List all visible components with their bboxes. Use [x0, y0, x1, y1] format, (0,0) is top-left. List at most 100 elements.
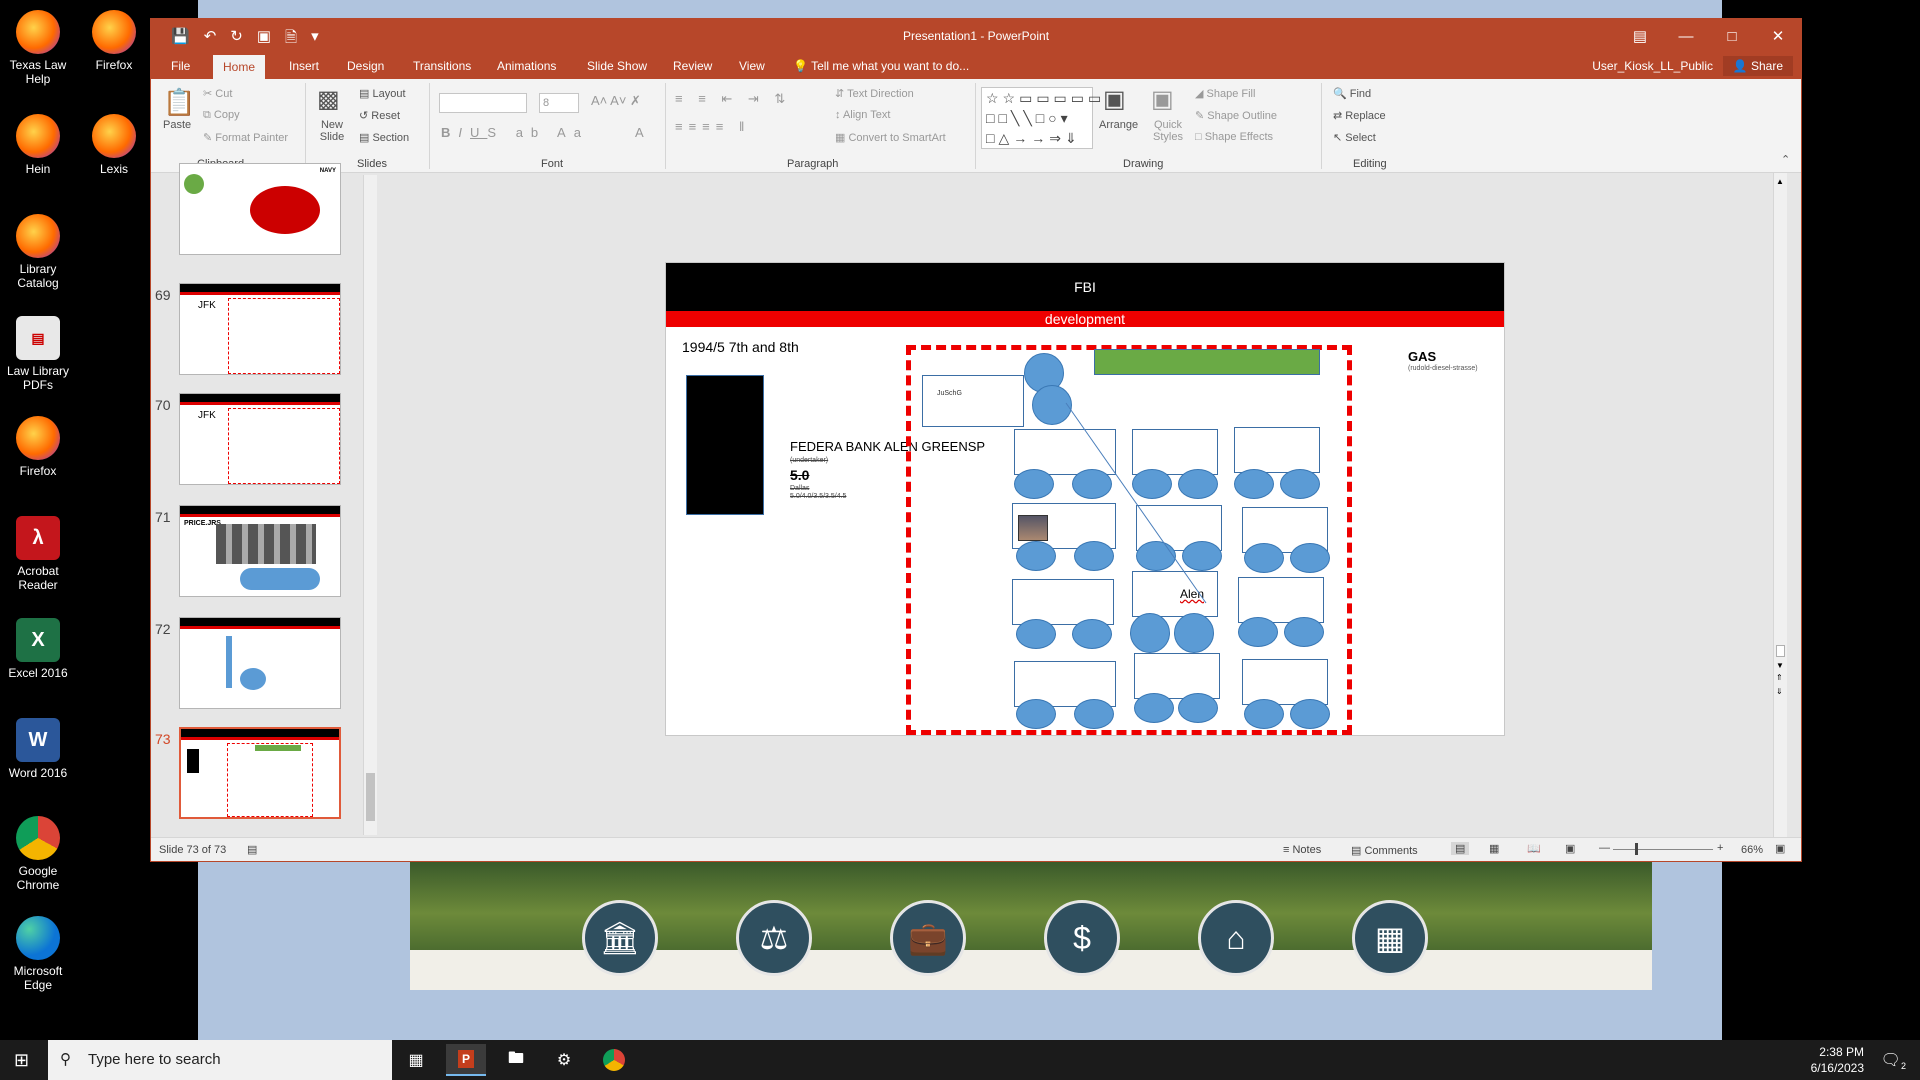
spelling-icon[interactable]: ▤: [247, 843, 257, 856]
convert-smartart-button[interactable]: ▦ Convert to SmartArt: [835, 131, 946, 144]
layout-button[interactable]: ▤ Layout: [359, 87, 406, 100]
tab-design[interactable]: Design: [347, 59, 384, 73]
find-button[interactable]: 🔍 Find: [1333, 87, 1371, 100]
current-slide[interactable]: FBI development 1994/5 7th and 8th FEDER…: [665, 262, 1505, 736]
slide-thumbnail[interactable]: JFK: [179, 283, 341, 375]
ribbon-display-options-icon[interactable]: ▤: [1617, 19, 1663, 53]
reset-button[interactable]: ↺ Reset: [359, 109, 400, 122]
paste-icon[interactable]: 📋: [163, 87, 195, 118]
font-color-icon[interactable]: A: [635, 125, 644, 140]
slide-thumbnail[interactable]: NAVY: [179, 163, 341, 255]
cut-button[interactable]: ✂ Cut: [203, 87, 232, 100]
minimize-icon[interactable]: —: [1663, 19, 1709, 53]
slide-thumbnail[interactable]: PRICE.JRS: [179, 505, 341, 597]
tab-slide-show[interactable]: Slide Show: [587, 59, 647, 73]
desktop-icon-law-library-pdfs[interactable]: ▤ Law Library PDFs: [0, 316, 76, 392]
font-style-buttons[interactable]: BIUS ab Aa: [441, 125, 589, 140]
user-name[interactable]: User_Kiosk_LL_Public: [1592, 59, 1713, 73]
alignment-buttons[interactable]: ≡≡≡≡ ‖: [675, 119, 750, 134]
desktop-icon-lexis[interactable]: Lexis: [76, 114, 152, 176]
tell-me-box[interactable]: 💡 Tell me what you want to do...: [793, 59, 969, 73]
money-bag-icon[interactable]: $: [1044, 900, 1120, 976]
tab-file[interactable]: File: [171, 59, 190, 73]
format-painter-button[interactable]: ✎ Format Painter: [203, 131, 288, 144]
desktop-icon-acrobat-reader[interactable]: λ Acrobat Reader: [0, 516, 76, 592]
desktop-icon-hein[interactable]: Hein: [0, 114, 76, 176]
taskbar-search-box[interactable]: ⚲ Type here to search: [48, 1040, 392, 1080]
share-button[interactable]: 👤 Share: [1722, 56, 1793, 76]
desktop-icon-firefox[interactable]: Firefox: [76, 10, 152, 72]
fit-to-window-icon[interactable]: ▣: [1775, 842, 1785, 855]
tab-animations[interactable]: Animations: [497, 59, 556, 73]
briefcase-icon[interactable]: 💼: [890, 900, 966, 976]
tab-review[interactable]: Review: [673, 59, 712, 73]
quick-styles-button[interactable]: Quick Styles: [1151, 119, 1185, 143]
slide-thumbnail[interactable]: JFK: [179, 393, 341, 485]
quick-styles-icon[interactable]: ▣: [1151, 85, 1174, 114]
zoom-level[interactable]: 66%: [1741, 844, 1763, 856]
gavel-icon[interactable]: ⚖: [736, 900, 812, 976]
zoom-in-icon[interactable]: +: [1717, 842, 1723, 854]
slide-scrollbar[interactable]: ▲ ▼ ⇑ ⇓: [1773, 173, 1787, 837]
collapse-ribbon-icon[interactable]: ⌃: [1781, 153, 1790, 166]
courthouse-icon[interactable]: 🏛: [582, 900, 658, 976]
align-text-button[interactable]: ↕ Align Text: [835, 109, 890, 121]
maximize-icon[interactable]: □: [1709, 19, 1755, 53]
notes-button[interactable]: ≡ Notes: [1283, 844, 1321, 856]
notification-icon[interactable]: 🗨2: [1881, 1050, 1906, 1071]
scroll-up-icon[interactable]: ▲: [1776, 177, 1784, 186]
desktop-icon-google-chrome[interactable]: Google Chrome: [0, 816, 76, 892]
snipping-tool-icon[interactable]: ⚙: [544, 1044, 584, 1076]
scroll-down-icon[interactable]: ▼: [1776, 661, 1784, 670]
start-button[interactable]: ⊞: [14, 1050, 29, 1071]
normal-view-icon[interactable]: ▤: [1451, 842, 1470, 855]
zoom-out-icon[interactable]: —: [1599, 842, 1610, 854]
select-button[interactable]: ↖ Select: [1333, 131, 1376, 144]
slide-thumbnail[interactable]: [179, 617, 341, 709]
reading-view-icon[interactable]: 📖: [1527, 842, 1541, 855]
new-slide-button[interactable]: New Slide: [317, 119, 347, 143]
text-direction-button[interactable]: ⇵ Text Direction: [835, 87, 914, 100]
next-slide-icon[interactable]: ⇓: [1776, 687, 1783, 696]
zoom-slider-handle[interactable]: [1635, 843, 1638, 855]
list-buttons[interactable]: ≡ ≡ ⇤ ⇥ ⇅: [675, 91, 791, 107]
chrome-taskbar-icon[interactable]: [594, 1044, 634, 1076]
slide-sorter-icon[interactable]: ▦: [1489, 842, 1499, 855]
jail-icon[interactable]: ▦: [1352, 900, 1428, 976]
arrange-icon[interactable]: ▣: [1103, 85, 1126, 114]
arrange-button[interactable]: Arrange: [1099, 119, 1138, 131]
shape-effects-button[interactable]: □ Shape Effects: [1195, 131, 1273, 143]
paste-button[interactable]: Paste: [163, 119, 191, 131]
slideshow-icon[interactable]: ▣: [1565, 842, 1575, 855]
font-size-buttons[interactable]: A˄ A˅ ✗: [591, 93, 641, 109]
powerpoint-taskbar-icon[interactable]: P: [446, 1044, 486, 1076]
desktop-icon-texas-law-help[interactable]: Texas Law Help: [0, 10, 76, 86]
zoom-slider[interactable]: [1613, 849, 1713, 850]
comments-button[interactable]: ▤ Comments: [1351, 844, 1418, 857]
desktop-icon-microsoft-edge[interactable]: Microsoft Edge: [0, 916, 76, 992]
system-clock[interactable]: 2:38 PM 6/16/2023: [1811, 1044, 1864, 1076]
replace-button[interactable]: ⇄ Replace: [1333, 109, 1386, 122]
desktop-icon-library-catalog[interactable]: Library Catalog: [0, 214, 76, 290]
previous-slide-icon[interactable]: ⇑: [1776, 673, 1783, 682]
house-lock-icon[interactable]: ⌂: [1198, 900, 1274, 976]
slide-thumbnail-selected[interactable]: [179, 727, 341, 819]
font-size-box[interactable]: 8: [539, 93, 579, 113]
section-button[interactable]: ▤ Section: [359, 131, 409, 144]
shape-fill-button[interactable]: ◢ Shape Fill: [1195, 87, 1255, 100]
tab-transitions[interactable]: Transitions: [413, 59, 471, 73]
desktop-icon-excel[interactable]: X Excel 2016: [0, 618, 76, 680]
tab-home[interactable]: Home: [213, 55, 266, 79]
font-name-box[interactable]: [439, 93, 527, 113]
file-explorer-icon[interactable]: 🖿: [496, 1044, 536, 1076]
thumbnail-scrollbar[interactable]: [363, 175, 377, 835]
tab-insert[interactable]: Insert: [289, 59, 319, 73]
new-slide-icon[interactable]: ▩: [317, 85, 340, 114]
tab-view[interactable]: View: [739, 59, 765, 73]
desktop-icon-firefox-2[interactable]: Firefox: [0, 416, 76, 478]
task-view-icon[interactable]: ▦: [396, 1044, 436, 1076]
desktop-icon-word[interactable]: W Word 2016: [0, 718, 76, 780]
copy-button[interactable]: ⧉ Copy: [203, 109, 240, 122]
close-icon[interactable]: ✕: [1755, 19, 1801, 53]
shapes-gallery[interactable]: ☆☆▭▭▭▭▭ □□╲╲□○▾ □△→→⇒⇓: [981, 87, 1101, 149]
